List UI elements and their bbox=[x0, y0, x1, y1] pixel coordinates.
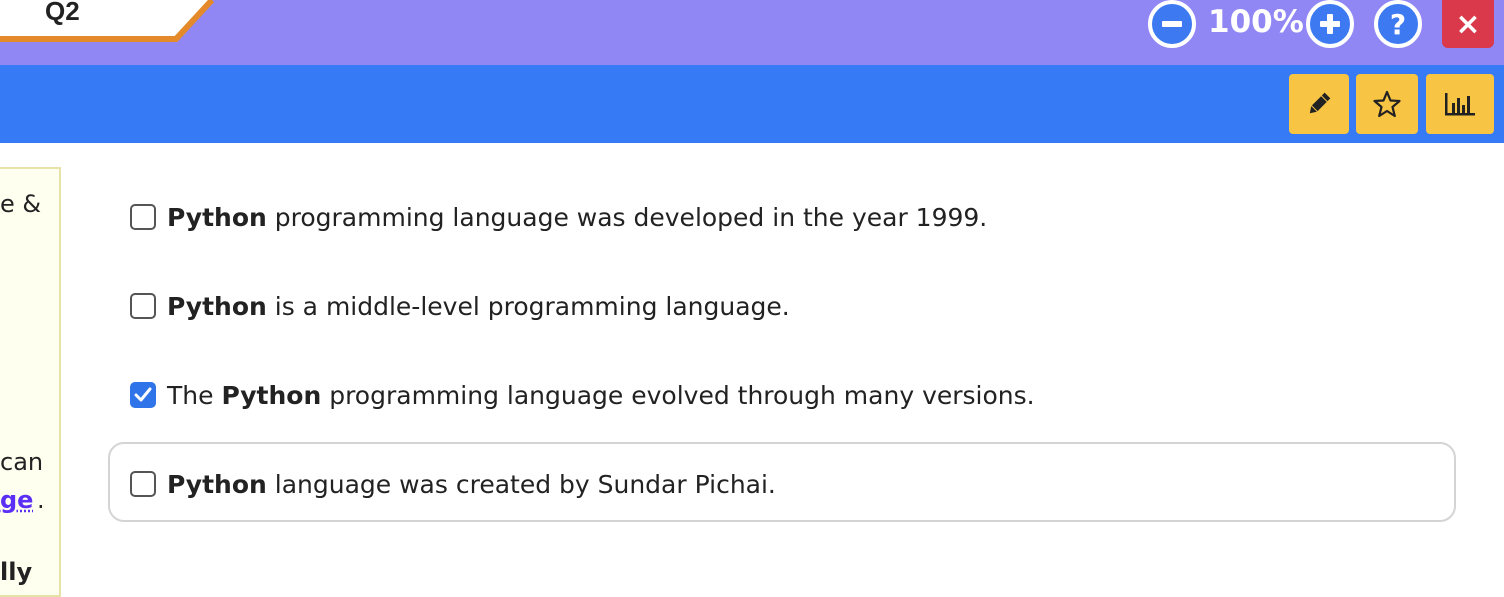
toolbar bbox=[0, 65, 1504, 143]
zoom-in-button[interactable] bbox=[1306, 0, 1354, 48]
option-checkbox[interactable] bbox=[130, 293, 156, 319]
question-number: Q2 bbox=[45, 0, 80, 27]
answer-option[interactable]: Python language was created by Sundar Pi… bbox=[130, 464, 776, 504]
passage-text-fragment: can bbox=[0, 448, 43, 476]
option-label: Python programming language was develope… bbox=[167, 203, 987, 232]
checkmark-icon bbox=[134, 387, 152, 403]
minus-icon bbox=[1161, 13, 1183, 35]
plus-icon bbox=[1318, 12, 1342, 36]
pencil-icon bbox=[1306, 91, 1332, 117]
passage-text-fragment: . bbox=[37, 486, 45, 514]
passage-text-fragment: e & bbox=[0, 190, 41, 218]
passage-panel bbox=[0, 167, 61, 597]
help-button[interactable]: ? bbox=[1374, 0, 1422, 48]
option-label: Python language was created by Sundar Pi… bbox=[167, 470, 776, 499]
favorite-button[interactable] bbox=[1356, 74, 1418, 134]
option-checkbox[interactable] bbox=[130, 204, 156, 230]
zoom-level: 100% bbox=[1208, 4, 1304, 40]
close-icon: × bbox=[1455, 7, 1480, 42]
question-tab[interactable]: Q2 bbox=[0, 0, 215, 44]
statistics-button[interactable] bbox=[1426, 74, 1494, 134]
answer-option[interactable]: Python is a middle-level programming lan… bbox=[130, 286, 790, 326]
bar-chart-icon bbox=[1444, 91, 1476, 117]
option-checkbox[interactable] bbox=[130, 471, 156, 497]
passage-text-fragment: lly bbox=[0, 558, 32, 586]
star-icon bbox=[1373, 90, 1401, 118]
passage-link[interactable]: ge bbox=[0, 486, 33, 514]
close-button[interactable]: × bbox=[1442, 0, 1494, 48]
top-bar: Q2 100% ? × bbox=[0, 0, 1504, 65]
question-tab-shape bbox=[0, 0, 215, 44]
option-label: Python is a middle-level programming lan… bbox=[167, 292, 790, 321]
zoom-out-button[interactable] bbox=[1148, 0, 1196, 48]
option-label: The Python programming language evolved … bbox=[167, 381, 1035, 410]
option-checkbox[interactable] bbox=[130, 382, 156, 408]
answer-option[interactable]: The Python programming language evolved … bbox=[130, 375, 1035, 415]
answer-option[interactable]: Python programming language was develope… bbox=[130, 197, 987, 237]
question-mark-icon: ? bbox=[1390, 8, 1406, 41]
edit-button[interactable] bbox=[1289, 74, 1349, 134]
